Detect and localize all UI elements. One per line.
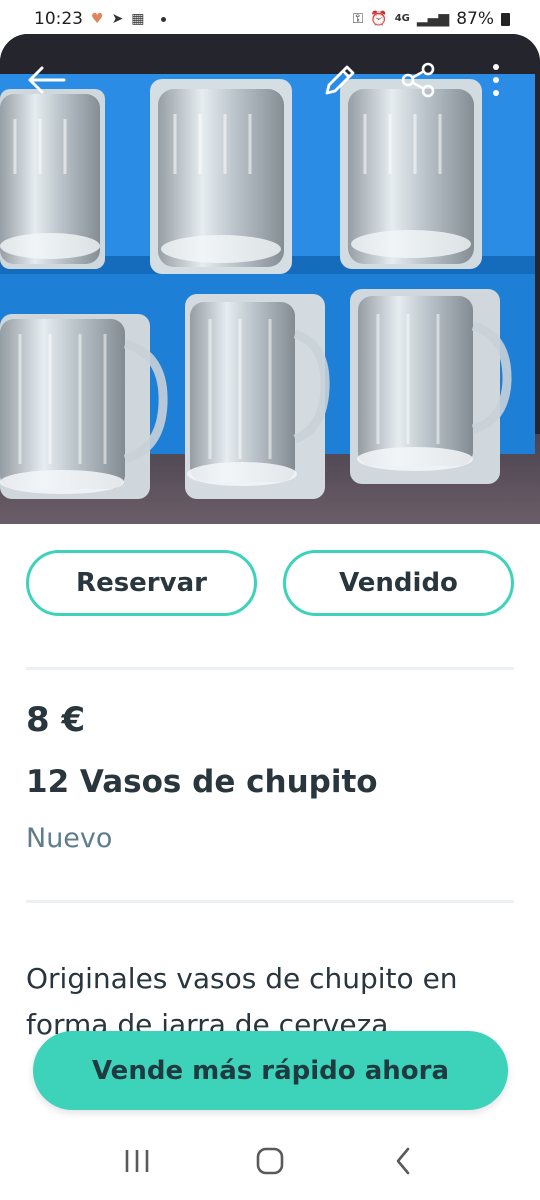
product-image — [0, 34, 540, 524]
listing-description: Originales vasos de chupito en forma de … — [26, 962, 458, 1036]
telegram-icon: ➤ — [111, 11, 124, 27]
sold-button[interactable]: Vendido — [283, 550, 514, 616]
product-photo[interactable] — [0, 34, 540, 524]
more-options-button[interactable] — [474, 58, 518, 102]
more-vertical-icon — [493, 64, 499, 96]
status-bar: 10:23 ♥ ➤ ▦ ⚿ ⏰ 4G ▂▄▆ 87% — [0, 0, 540, 38]
share-icon — [401, 62, 435, 98]
divider — [26, 900, 514, 903]
edit-button[interactable] — [318, 58, 362, 102]
nav-back-button[interactable] — [373, 1131, 433, 1191]
home-button[interactable] — [240, 1131, 300, 1191]
health-icon: ♥ — [91, 11, 104, 27]
lock-icon: ⚿ — [352, 11, 364, 27]
condition-label: Nuevo — [26, 823, 113, 854]
recent-apps-button[interactable] — [107, 1131, 167, 1191]
signal-icon: ▂▄▆ — [416, 11, 450, 27]
battery-icon — [501, 12, 510, 26]
pencil-icon — [325, 65, 355, 95]
notification-dot-icon — [160, 16, 166, 22]
chevron-left-icon — [397, 1147, 410, 1175]
price: 8 € — [26, 700, 86, 740]
recent-apps-icon — [125, 1150, 148, 1172]
calendar-icon: ▦ — [131, 11, 145, 27]
back-arrow-icon — [28, 66, 66, 94]
home-icon — [256, 1147, 284, 1175]
sell-faster-button[interactable]: Vende más rápido ahora — [33, 1031, 508, 1110]
reserve-button[interactable]: Reservar — [26, 550, 257, 616]
description-container: Originales vasos de chupito en forma de … — [26, 956, 516, 1036]
listing-title: 12 Vasos de chupito — [26, 764, 378, 800]
listing-actions: Reservar Vendido — [26, 550, 514, 616]
share-button[interactable] — [396, 58, 440, 102]
alarm-icon: ⏰ — [370, 11, 388, 27]
navigation-bar — [0, 1122, 540, 1200]
status-time: 10:23 — [34, 9, 83, 29]
battery-percent: 87% — [456, 9, 494, 29]
divider — [26, 667, 514, 670]
back-button[interactable] — [24, 58, 68, 102]
network-label: 4G — [394, 13, 410, 24]
